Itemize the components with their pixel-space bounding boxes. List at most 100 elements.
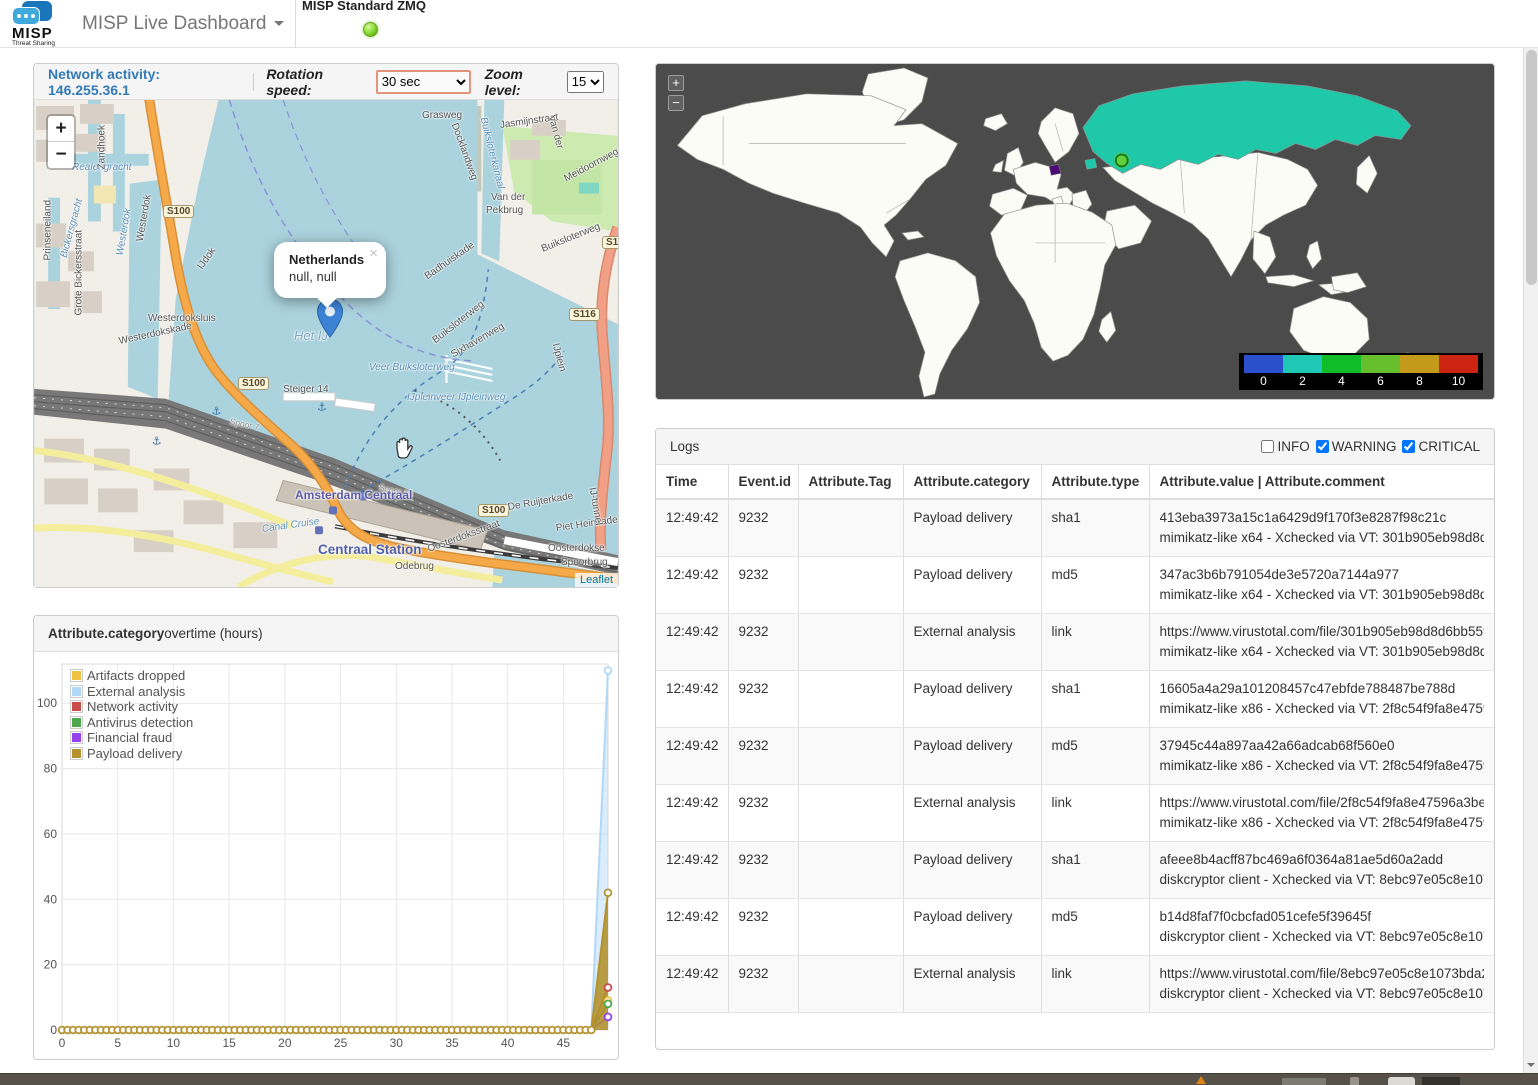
warning-checkbox[interactable] [1316, 440, 1329, 453]
logo-subtitle: Threat Sharing [12, 40, 55, 47]
scrollbar-down-button[interactable] [1524, 1058, 1538, 1073]
world-map [656, 64, 1494, 399]
log-row: 12:49:429232Payload deliverymd537945c44a… [656, 728, 1494, 785]
country-highlight-small [1085, 158, 1097, 169]
colorbar-segment [1244, 355, 1283, 373]
log-level-filters: INFO WARNING CRITICAL [1261, 439, 1480, 454]
filter-info[interactable]: INFO [1261, 439, 1309, 454]
log-tag [798, 842, 903, 899]
log-tag [798, 557, 903, 614]
network-activity-title[interactable]: Network activity: 146.255.36.1 [48, 66, 241, 98]
log-row: 12:49:429232Payload deliverymd5347ac3b6b… [656, 557, 1494, 614]
legend-label: Financial fraud [87, 730, 172, 745]
world-map-zoom-control: + − [668, 75, 684, 115]
log-type: link [1041, 956, 1149, 1013]
log-row: 12:49:429232External analysislinkhttps:/… [656, 956, 1494, 1013]
chat-bubble-icon [12, 7, 40, 25]
log-time: 12:49:42 [656, 956, 728, 1013]
taskbar-item[interactable] [1422, 1077, 1460, 1085]
log-value-comment: 37945c44a897aa42a66adcab68f560e0mimikatz… [1149, 728, 1494, 785]
log-category: Payload delivery [903, 899, 1041, 956]
zoom-out-button[interactable]: − [48, 142, 74, 168]
log-value-comment: b14d8faf7f0cbcfad051cefe5f39645fdiskcryp… [1149, 899, 1494, 956]
legend-swatch [70, 731, 83, 744]
log-tag [798, 956, 903, 1013]
taskbar-item[interactable] [1350, 1077, 1359, 1085]
column-header: Event.id [728, 465, 798, 499]
zmq-status-dot [363, 22, 378, 37]
colorbar-segment [1283, 355, 1322, 373]
taskbar-item[interactable] [1388, 1077, 1415, 1085]
log-tag [798, 614, 903, 671]
log-time: 12:49:42 [656, 499, 728, 557]
legend-swatch [70, 669, 83, 682]
category-chart-panel: Attribute.category overtime (hours) 0 20 4… [33, 615, 619, 1060]
hand-cursor-icon [392, 436, 416, 467]
world-map-panel[interactable]: + − 0246810 [655, 63, 1495, 400]
log-row: 12:49:429232Payload deliverysha116605a4a… [656, 671, 1494, 728]
log-category: Payload delivery [903, 499, 1041, 557]
log-type: link [1041, 785, 1149, 842]
log-value-comment: https://www.virustotal.com/file/301b905e… [1149, 614, 1494, 671]
log-type: link [1041, 614, 1149, 671]
zoom-in-button[interactable]: + [668, 75, 684, 91]
zoom-out-button[interactable]: − [668, 95, 684, 111]
taskbar-warning-icon[interactable] [1196, 1076, 1206, 1084]
rotation-speed-select[interactable]: 30 sec [376, 70, 471, 94]
svg-text:0: 0 [50, 1023, 57, 1037]
chevron-down-icon [274, 21, 284, 26]
network-activity-panel: Network activity: 146.255.36.1 Rotation … [33, 63, 619, 588]
zoom-level-select[interactable]: 15 [567, 71, 604, 93]
scrollbar-thumb[interactable] [1526, 50, 1537, 285]
column-header: Attribute.category [903, 465, 1041, 499]
log-event-id: 9232 [728, 557, 798, 614]
svg-text:25: 25 [334, 1036, 348, 1050]
log-tag [798, 499, 903, 557]
dashboard-menu[interactable]: MISP Live Dashboard [82, 0, 284, 48]
log-event-id: 9232 [728, 899, 798, 956]
log-category: Payload delivery [903, 728, 1041, 785]
filter-warning[interactable]: WARNING [1316, 439, 1397, 454]
log-category: Payload delivery [903, 557, 1041, 614]
leaflet-map[interactable]: ⚓⚓⚓ + − RealengrachtPrinseneilandBickers… [34, 100, 618, 587]
legend-label: External analysis [87, 684, 185, 699]
svg-text:45: 45 [557, 1036, 571, 1050]
legend-label: Artifacts dropped [87, 668, 185, 683]
page-scrollbar[interactable] [1523, 48, 1538, 1073]
close-icon[interactable]: × [369, 245, 378, 262]
taskbar-item[interactable] [1282, 1078, 1326, 1085]
header-divider [253, 73, 254, 91]
legend-item: External analysis [70, 684, 193, 700]
colorbar-tick: 4 [1322, 373, 1361, 388]
filter-critical[interactable]: CRITICAL [1402, 439, 1480, 454]
colorbar-segment [1439, 355, 1478, 373]
log-time: 12:49:42 [656, 557, 728, 614]
svg-text:20: 20 [278, 1036, 292, 1050]
log-time: 12:49:42 [656, 614, 728, 671]
column-header: Attribute.type [1041, 465, 1149, 499]
log-type: md5 [1041, 557, 1149, 614]
leaflet-attribution-link[interactable]: Leaflet [575, 573, 618, 587]
log-event-id: 9232 [728, 785, 798, 842]
svg-text:⚓: ⚓ [211, 405, 221, 418]
log-category: External analysis [903, 956, 1041, 1013]
log-time: 12:49:42 [656, 671, 728, 728]
svg-text:40: 40 [44, 892, 58, 906]
log-time: 12:49:42 [656, 899, 728, 956]
chart-panel-header: Attribute.category overtime (hours) [34, 616, 618, 652]
log-category: Payload delivery [903, 842, 1041, 899]
colorbar-tick: 6 [1361, 373, 1400, 388]
zoom-in-button[interactable]: + [48, 116, 74, 142]
misp-logo[interactable]: MISP Threat Sharing [10, 1, 72, 47]
taskbar [0, 1073, 1538, 1085]
log-event-id: 9232 [728, 728, 798, 785]
critical-checkbox[interactable] [1402, 440, 1415, 453]
logs-panel: Logs INFO WARNING CRITICAL TimeEvent.idA… [655, 428, 1495, 1050]
info-checkbox[interactable] [1261, 440, 1274, 453]
log-type: sha1 [1041, 842, 1149, 899]
colorbar-gradient [1244, 355, 1478, 373]
log-tag [798, 785, 903, 842]
logs-header: Logs INFO WARNING CRITICAL [656, 429, 1494, 465]
log-value-comment: https://www.virustotal.com/file/2f8c54f9… [1149, 785, 1494, 842]
log-value-comment: afeee8b4acff87bc469a6f0364a81ae5d60a2add… [1149, 842, 1494, 899]
